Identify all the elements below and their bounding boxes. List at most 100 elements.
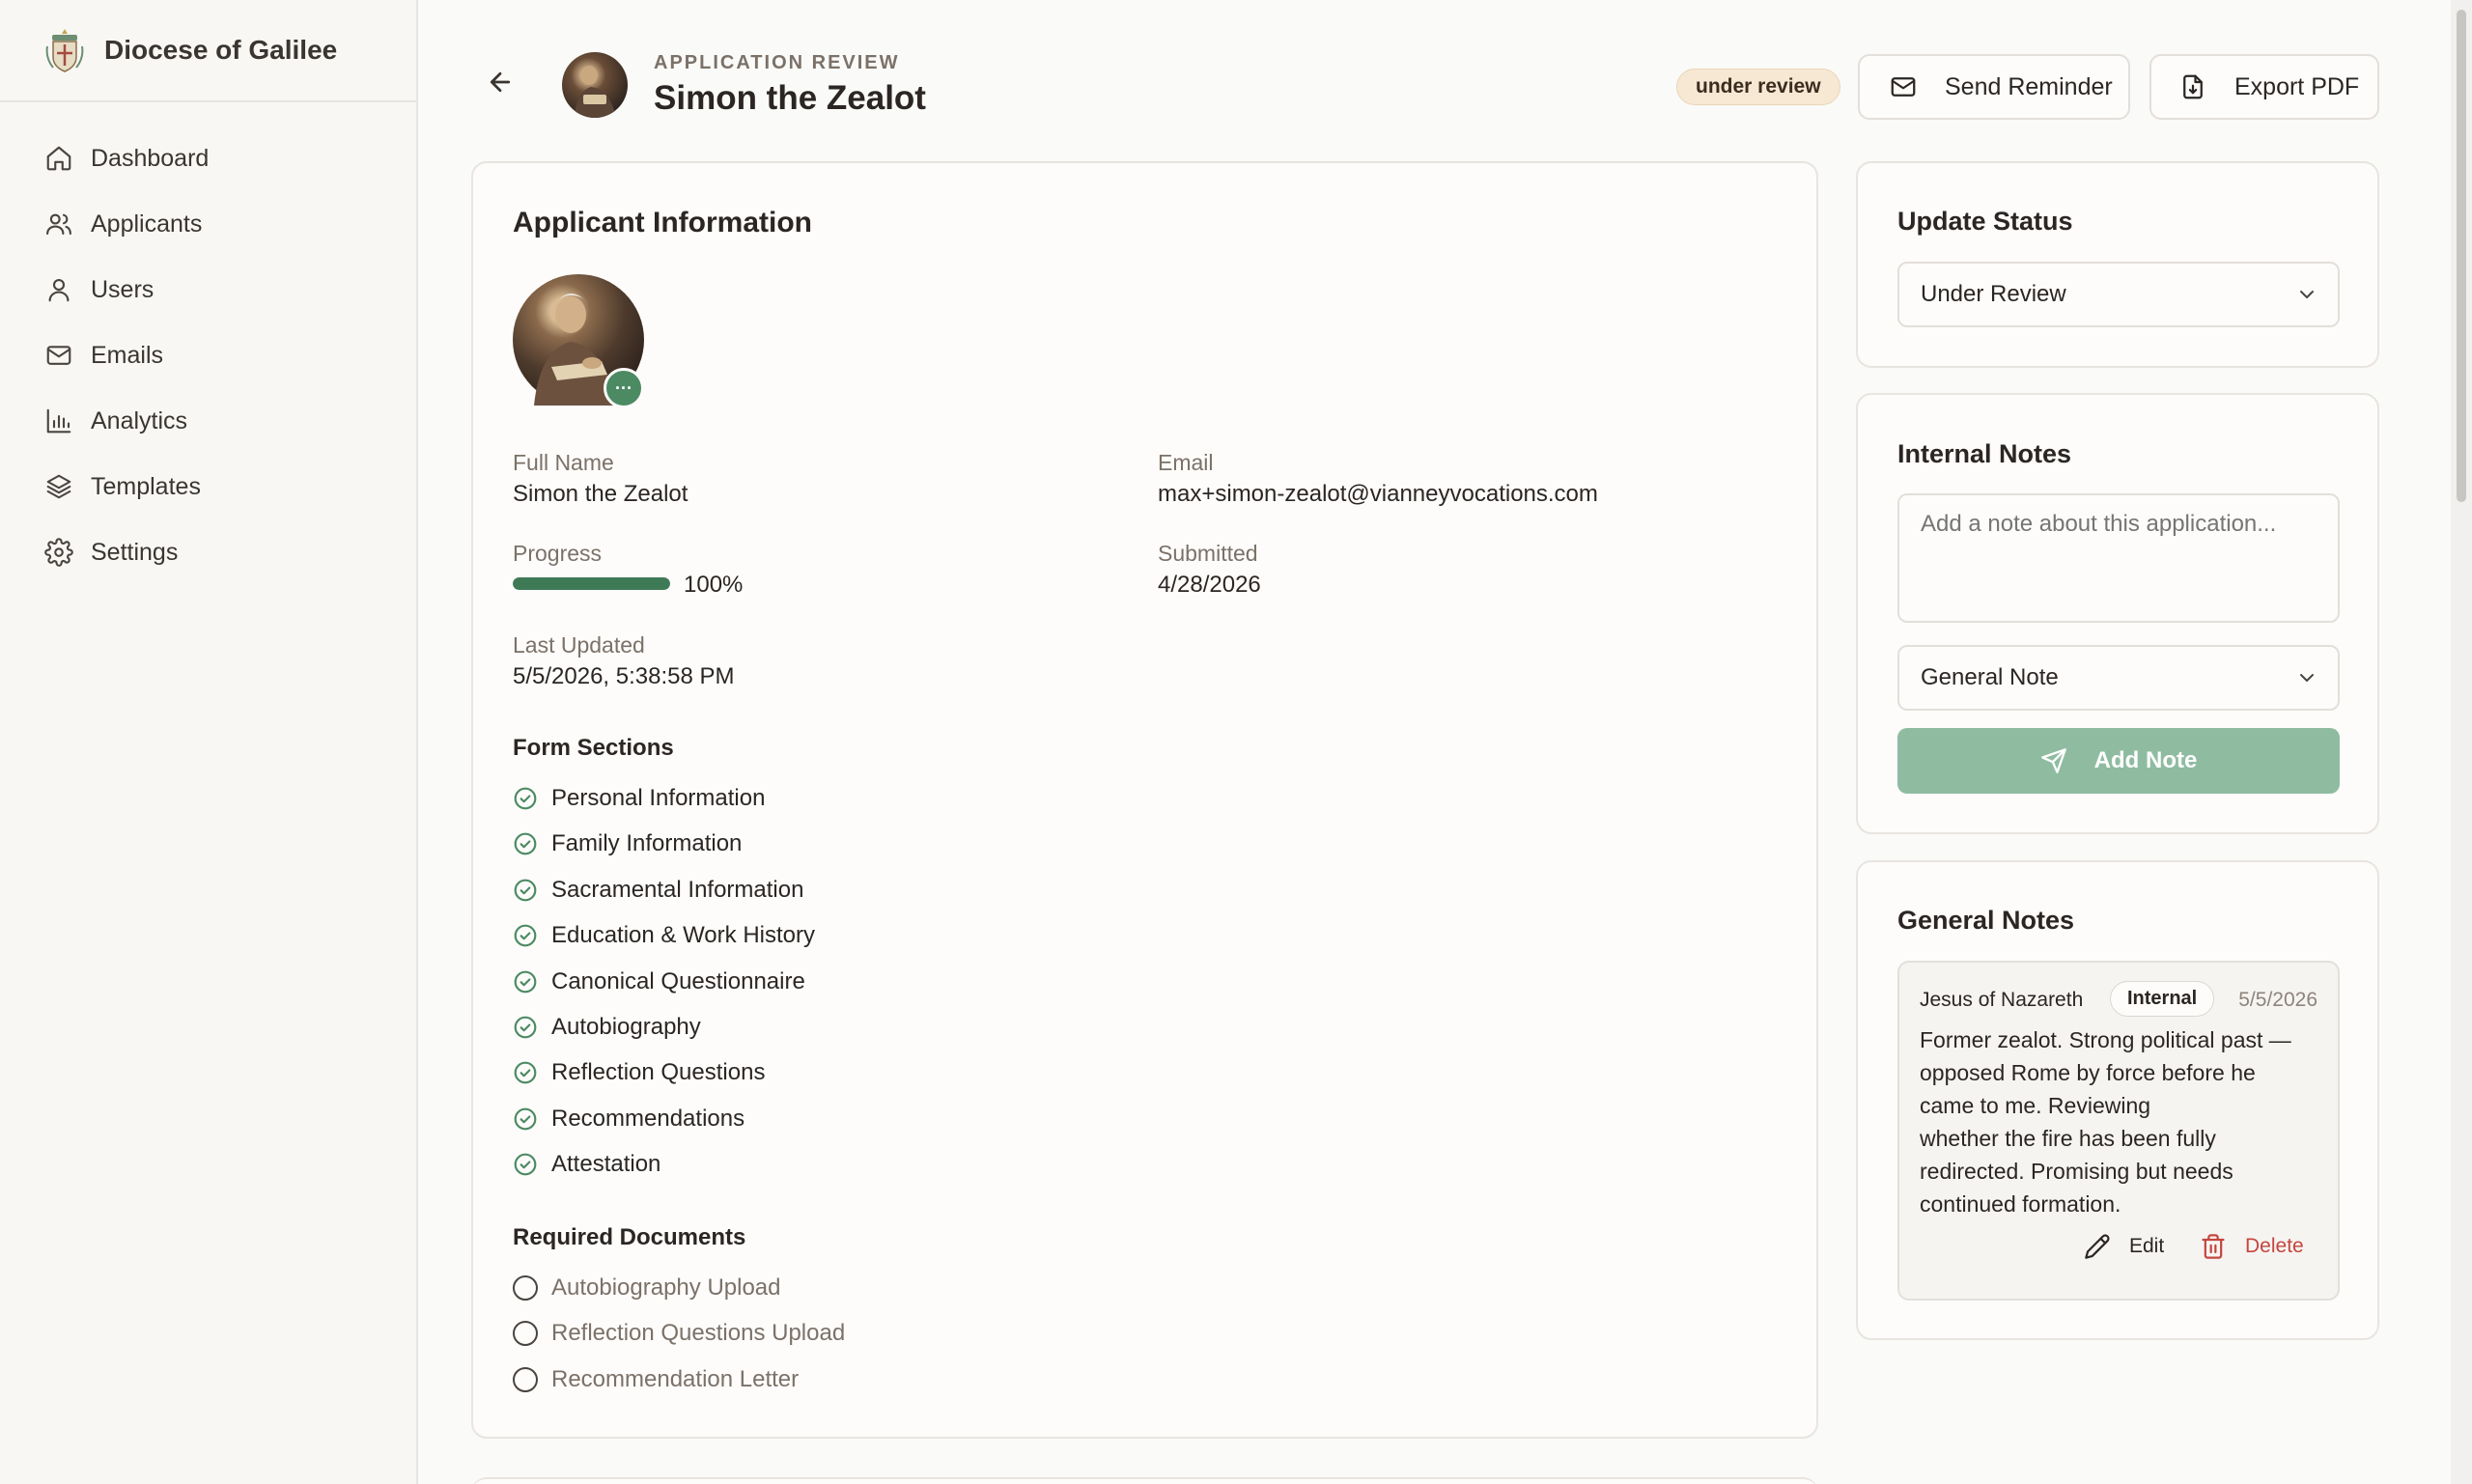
brand[interactable]: Diocese of Galilee [0,0,416,102]
trash-icon [2202,1234,2225,1259]
export-pdf-label: Export PDF [2234,72,2360,100]
sidebar-item-analytics[interactable]: Analytics [0,388,416,454]
update-status-card: Update Status Under Review [1856,161,2379,368]
export-pdf-button[interactable]: Export PDF [2149,54,2379,120]
file-download-icon [2183,74,2203,99]
form-section-label: Education & Work History [551,922,815,949]
back-button[interactable] [486,68,524,106]
next-card-edge [471,1477,1818,1484]
sidebar-item-label: Dashboard [91,144,210,172]
status-select[interactable]: Under Review [1897,262,2340,327]
diocese-crest-icon [45,29,84,72]
note-author: Jesus of Nazareth [1920,989,2084,1011]
progress-label: Progress [513,541,603,566]
form-section-item: Recommendations [513,1102,744,1136]
sidebar-item-emails[interactable]: Emails [0,322,416,388]
required-document-item: Autobiography Upload [513,1271,781,1305]
check-circle-icon [514,1016,537,1039]
submitted-value: 4/28/2026 [1158,572,1261,598]
sidebar-item-dashboard[interactable]: Dashboard [0,126,416,191]
user-icon [48,278,70,302]
sidebar-item-label: Applicants [91,210,203,238]
sidebar-item-label: Settings [91,538,179,566]
sidebar-item-applicants[interactable]: Applicants [0,191,416,257]
submitted-label: Submitted [1158,541,1258,566]
progress-bar-fill [513,577,670,590]
edit-note-button[interactable]: Edit [2084,1228,2164,1265]
progress-value: 100% [684,572,744,598]
required-document-label: Autobiography Upload [551,1274,781,1301]
arrow-left-icon [490,71,511,93]
form-section-item: Canonical Questionnaire [513,965,805,999]
general-notes-card: General Notes Jesus of Nazareth Internal… [1856,860,2379,1340]
page-kicker: APPLICATION REVIEW [654,52,900,73]
chevron-down-icon [2300,291,2314,298]
note-line: Former zealot. Strong political past — [1920,1027,2291,1052]
status-badge: under review [1676,69,1840,105]
empty-circle-icon [513,1275,538,1301]
check-circle-icon [514,787,537,810]
status-select-value: Under Review [1921,281,2066,307]
form-section-label: Autobiography [551,1014,701,1040]
full-name-value: Simon the Zealot [513,481,688,507]
note-line: continued formation. [1920,1191,2121,1217]
check-circle-icon [514,879,537,902]
sidebar-item-label: Analytics [91,406,188,434]
note-line: whether the fire has been fully [1920,1126,2216,1151]
required-document-item: Recommendation Letter [513,1362,799,1397]
email-value: max+simon-zealot@vianneyvocations.com [1158,481,1598,507]
chevron-down-icon [2300,674,2314,682]
card-title: Applicant Information [513,207,812,238]
main-content: APPLICATION REVIEW Simon the Zealot unde… [418,0,2472,1484]
scrollbar-thumb[interactable] [2457,10,2466,502]
page-title: Simon the Zealot [654,79,926,117]
form-section-label: Reflection Questions [551,1059,766,1086]
form-section-item: Attestation [513,1147,660,1182]
last-updated-label: Last Updated [513,632,645,658]
required-document-item: Reflection Questions Upload [513,1316,845,1351]
users-icon [46,213,71,236]
form-section-label: Family Information [551,830,743,857]
required-documents-heading: Required Documents [513,1224,746,1250]
add-note-button[interactable]: Add Note [1897,728,2340,794]
sidebar-item-settings[interactable]: Settings [0,519,416,585]
sidebar-item-templates[interactable]: Templates [0,454,416,519]
form-section-item: Reflection Questions [513,1055,765,1090]
note-body: Former zealot. Strong political past — o… [1920,1023,2325,1220]
page-header: APPLICATION REVIEW Simon the Zealot unde… [418,0,2388,154]
form-section-item: Autobiography [513,1010,701,1045]
page-scrollbar[interactable] [2451,0,2472,1484]
note-line: came to me. Reviewing [1920,1093,2151,1118]
delete-note-button[interactable]: Delete [2200,1228,2304,1265]
form-section-label: Canonical Questionnaire [551,967,805,994]
check-circle-icon [514,1062,537,1084]
add-note-label: Add Note [2093,747,2198,773]
note-textarea[interactable] [1897,493,2340,623]
form-section-label: Recommendations [551,1105,745,1132]
sidebar-item-users[interactable]: Users [0,257,416,322]
applicant-information-card: Applicant Information ··· Full Name Simo… [471,161,1818,1439]
photo-options-button[interactable]: ··· [604,368,644,408]
required-document-label: Reflection Questions Upload [551,1320,846,1347]
form-section-label: Personal Information [551,785,766,811]
check-circle-icon [514,1107,537,1131]
sidebar-nav: Dashboard Applicants Users Emails Analyt… [0,102,416,585]
check-circle-icon [514,1153,537,1176]
send-reminder-label: Send Reminder [1945,72,2113,100]
send-icon [2040,748,2066,773]
note-visibility-badge: Internal [2110,981,2215,1017]
note-type-select[interactable]: General Note [1897,645,2340,711]
form-sections-heading: Form Sections [513,735,674,761]
more-icon: ··· [615,378,632,398]
home-icon [46,146,71,171]
card-title: Internal Notes [1897,439,2072,468]
mail-icon [46,346,71,365]
last-updated-value: 5/5/2026, 5:38:58 PM [513,663,735,689]
send-reminder-button[interactable]: Send Reminder [1858,54,2130,120]
internal-notes-card: Internal Notes General Note Add Note [1856,393,2379,834]
note-type-value: General Note [1921,664,2059,690]
portrait-image [574,66,616,118]
note-item: Jesus of Nazareth Internal 5/5/2026 Form… [1897,961,2340,1301]
form-section-item: Personal Information [513,781,765,816]
bar-chart-icon [46,408,71,434]
